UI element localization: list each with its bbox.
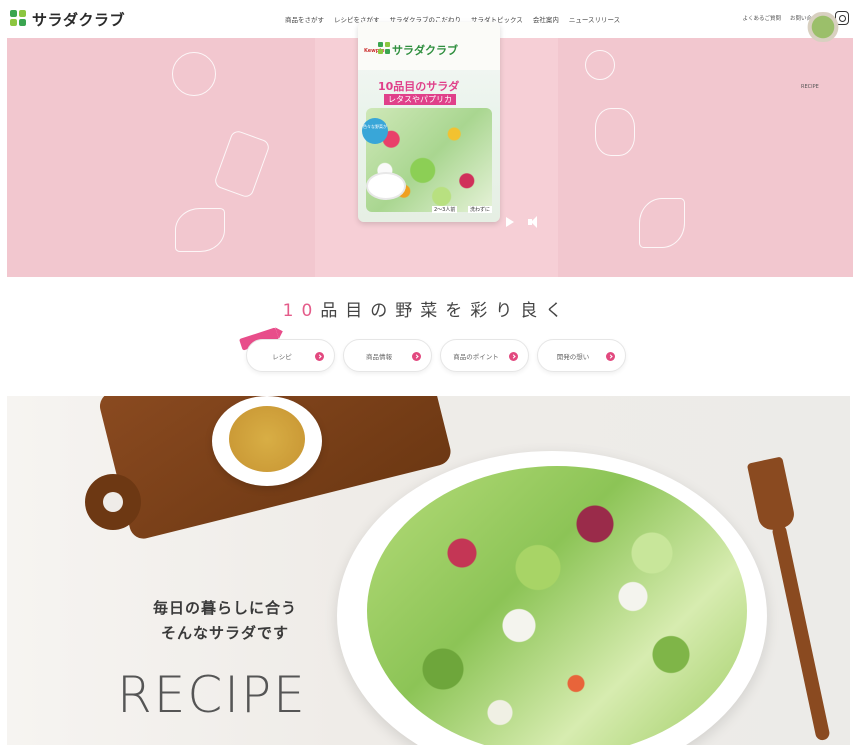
package-subtitle: レタスやパプリカ: [384, 94, 456, 105]
recipe-title: RECIPE: [117, 666, 307, 724]
package-name: 10品目のサラダ: [378, 80, 460, 93]
recipe-copy-line2: そんなサラダです: [160, 624, 289, 642]
tagline-number: 10: [282, 301, 321, 321]
recipe-thumbnail-label[interactable]: RECIPE: [801, 84, 819, 90]
onion-sketch-icon: [585, 50, 615, 80]
product-info-button-label: 商品情報: [366, 353, 392, 361]
development-story-button[interactable]: 開発の想い: [537, 339, 626, 372]
logo-mark-icon: [10, 10, 28, 28]
sound-icon[interactable]: [528, 216, 540, 228]
product-points-button[interactable]: 商品のポイント: [440, 339, 529, 372]
recipe-copy: 毎日の暮らしに合う そんなサラダです: [135, 596, 315, 646]
recipe-photo: 毎日の暮らしに合う そんなサラダです RECIPE: [7, 396, 850, 745]
herb-sketch-icon: [175, 208, 225, 252]
product-points-button-label: 商品のポイント: [453, 353, 499, 361]
arrow-right-icon: [606, 352, 615, 361]
package-bubble: 色々な野菜が: [362, 118, 388, 144]
salad: [367, 466, 747, 745]
nav-item-news[interactable]: ニュースリリース: [569, 14, 620, 24]
dressing: [229, 406, 305, 472]
paprika-sketch-icon: [595, 108, 635, 156]
recipe-button-label: レシピ: [272, 353, 292, 361]
nav-item-company[interactable]: 会社案内: [533, 14, 559, 24]
play-icon[interactable]: [506, 217, 514, 227]
faq-link[interactable]: よくあるご質問: [742, 14, 781, 22]
package-wash-badge: 洗わずに: [468, 206, 493, 213]
tagline: 10品目の野菜を彩り良く: [0, 296, 853, 321]
product-package: Kewpie サラダクラブ 10品目のサラダ レタスやパプリカ 色々な野菜が 2…: [358, 22, 500, 222]
recipe-thumbnail[interactable]: [800, 12, 846, 42]
logo[interactable]: サラダクラブ: [10, 9, 125, 29]
package-serving-badge: 2〜3人前: [432, 206, 458, 213]
recipe-button[interactable]: レシピ: [246, 339, 335, 372]
package-plate-icon: [366, 172, 406, 200]
arrow-right-icon: [412, 352, 421, 361]
lettuce-sketch-icon: [172, 52, 216, 96]
arrow-right-icon: [315, 352, 324, 361]
development-story-button-label: 開発の想い: [556, 353, 590, 361]
logo-text: サラダクラブ: [32, 10, 126, 29]
cabbage-sketch-icon: [212, 128, 272, 200]
nav-item-products[interactable]: 商品をさがす: [285, 14, 324, 24]
recipe-copy-line1: 毎日の暮らしに合う: [152, 599, 297, 617]
package-brand: サラダクラブ: [392, 44, 458, 57]
arrow-right-icon: [509, 352, 518, 361]
product-info-button[interactable]: 商品情報: [343, 339, 432, 372]
package-logo-icon: [378, 42, 390, 54]
leaf-sketch-icon: [639, 198, 685, 248]
tagline-text: 品目の野菜を彩り良く: [320, 301, 571, 321]
